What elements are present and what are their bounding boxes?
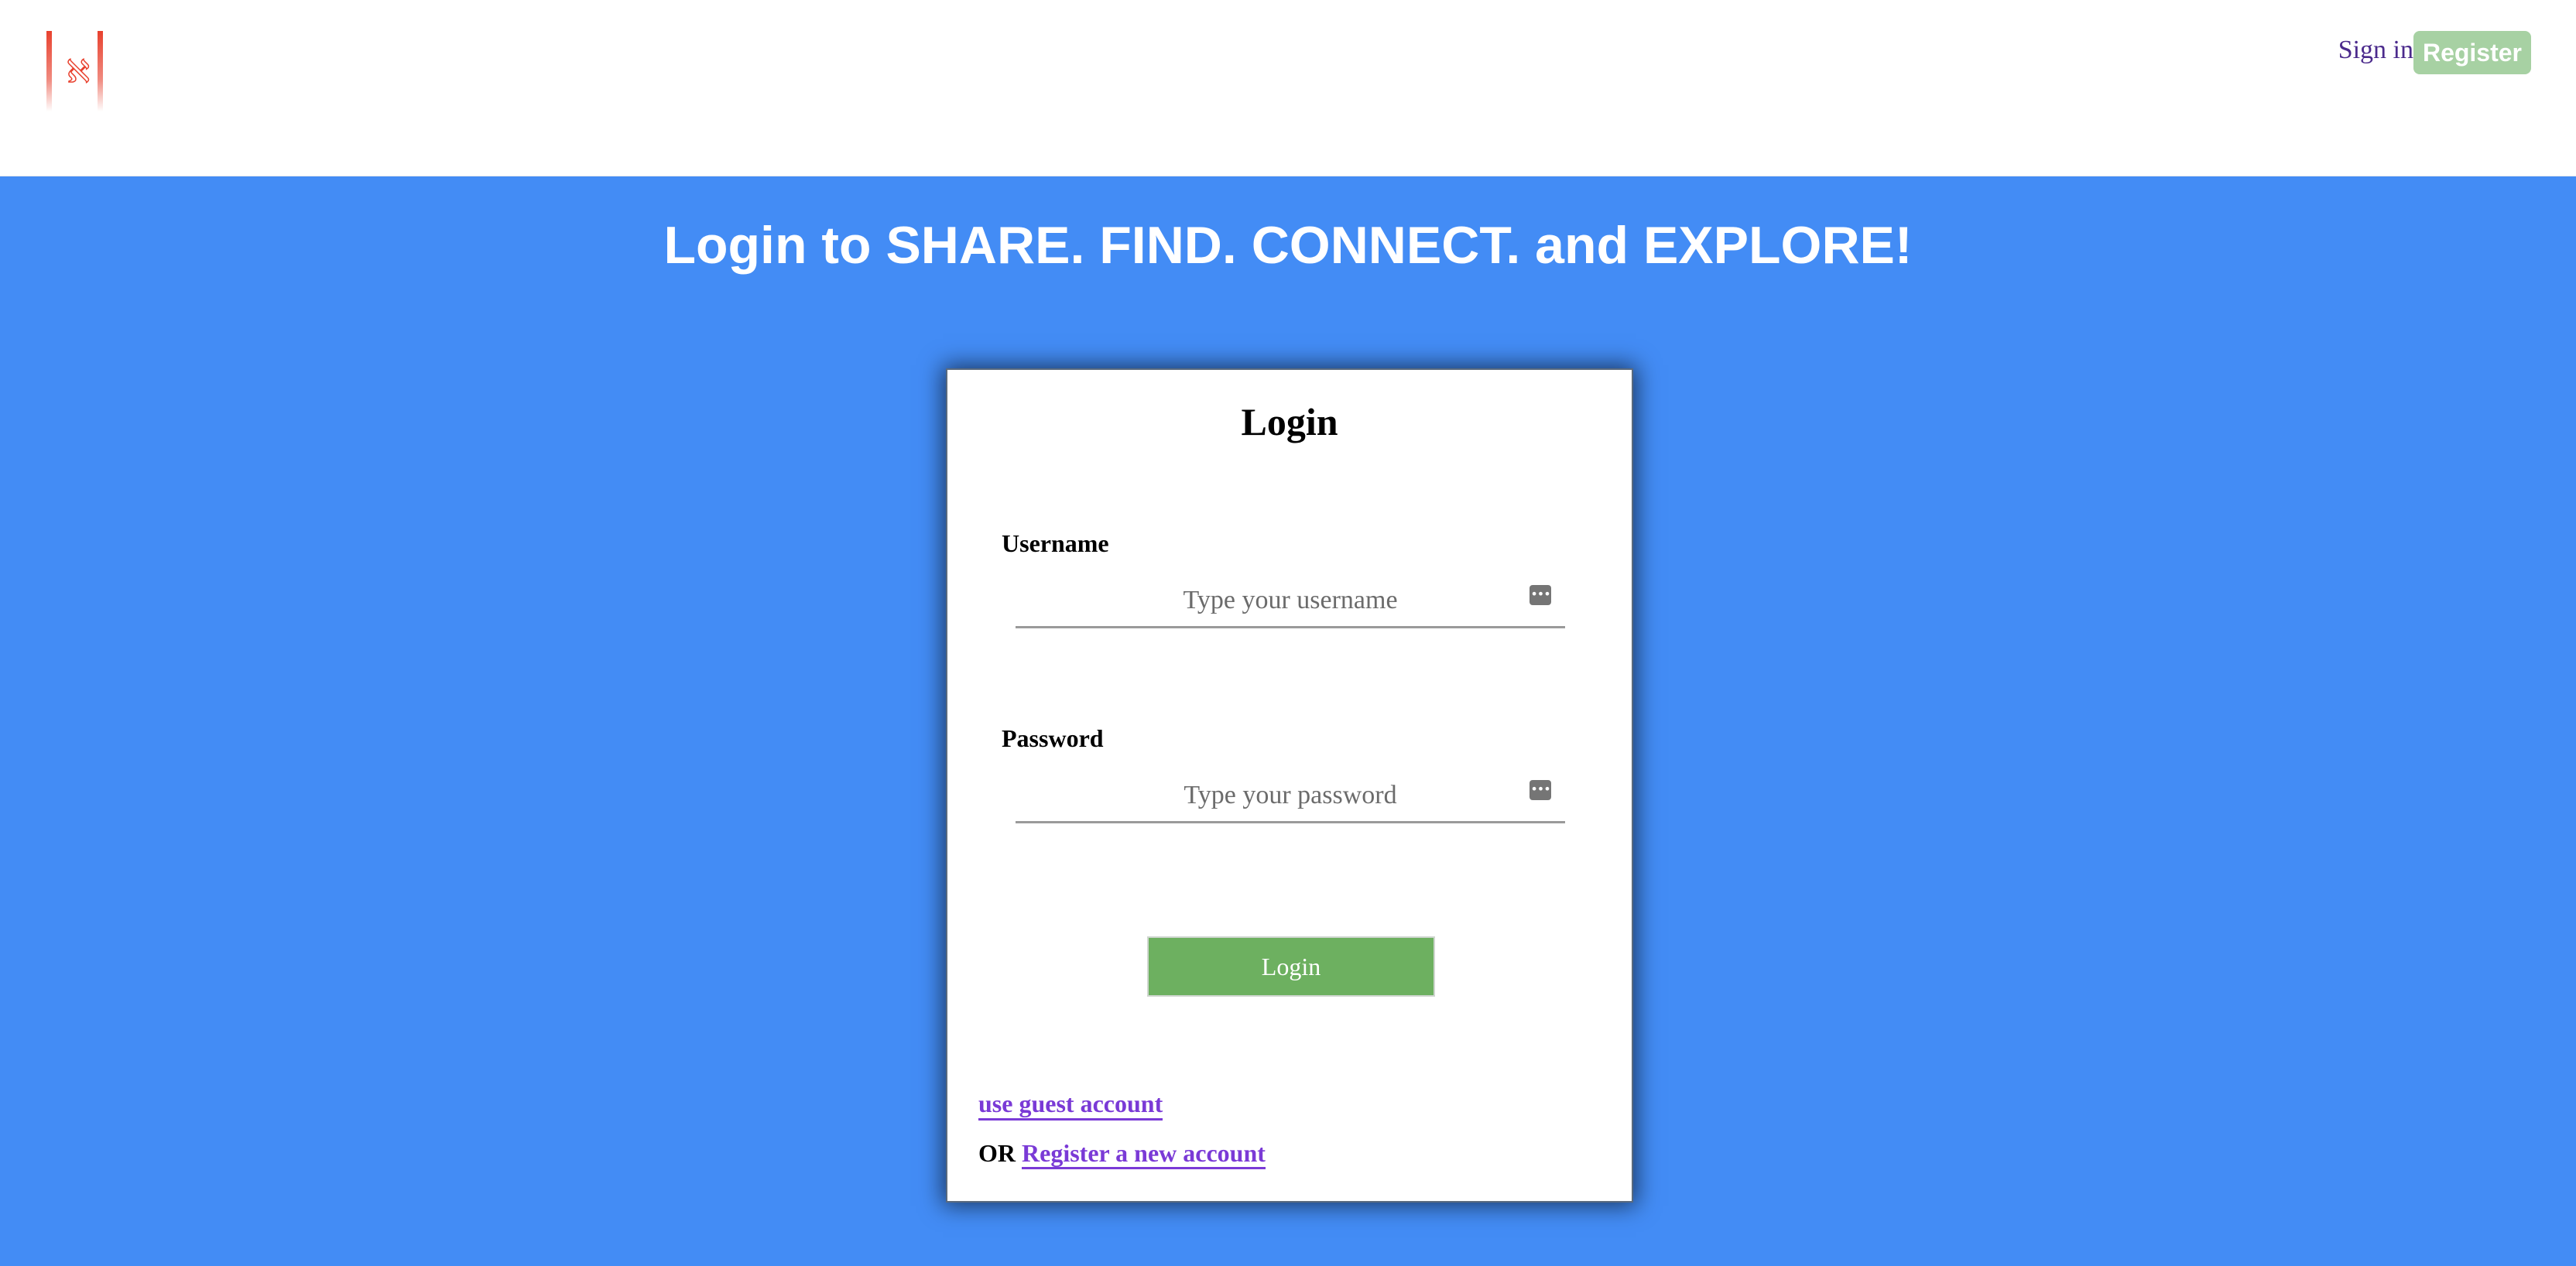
password-manager-key-icon[interactable]: ••• <box>1530 585 1551 605</box>
signin-link[interactable]: Sign in <box>2338 36 2413 65</box>
brand-logo-icon[interactable]: ℵ <box>43 28 108 111</box>
register-new-account-link[interactable]: Register a new account <box>1022 1139 1266 1169</box>
username-input[interactable] <box>1016 574 1565 626</box>
password-manager-key-icon[interactable]: ••• <box>1530 780 1551 800</box>
username-field-wrapper: ••• <box>1016 574 1565 628</box>
logo-right-bar <box>98 31 103 111</box>
login-submit-button[interactable]: Login <box>1147 936 1435 997</box>
password-label: Password <box>1002 724 1104 752</box>
or-text: OR <box>978 1139 1016 1167</box>
logo-left-bar <box>46 31 52 111</box>
login-card: Login Username ••• Password ••• Login us… <box>946 368 1633 1203</box>
password-input[interactable] <box>1016 769 1565 821</box>
login-card-title: Login <box>1241 400 1338 443</box>
page-headline: Login to SHARE. FIND. CONNECT. and EXPLO… <box>663 216 1913 275</box>
register-button[interactable]: Register <box>2413 31 2531 74</box>
username-label: Username <box>1002 529 1109 557</box>
logo-glyph: ℵ <box>66 53 90 91</box>
guest-account-link[interactable]: use guest account <box>978 1090 1163 1121</box>
top-navbar: ℵ Sign in Register <box>0 0 2576 176</box>
password-field-wrapper: ••• <box>1016 769 1565 823</box>
register-prompt: OR Register a new account <box>978 1139 1266 1169</box>
